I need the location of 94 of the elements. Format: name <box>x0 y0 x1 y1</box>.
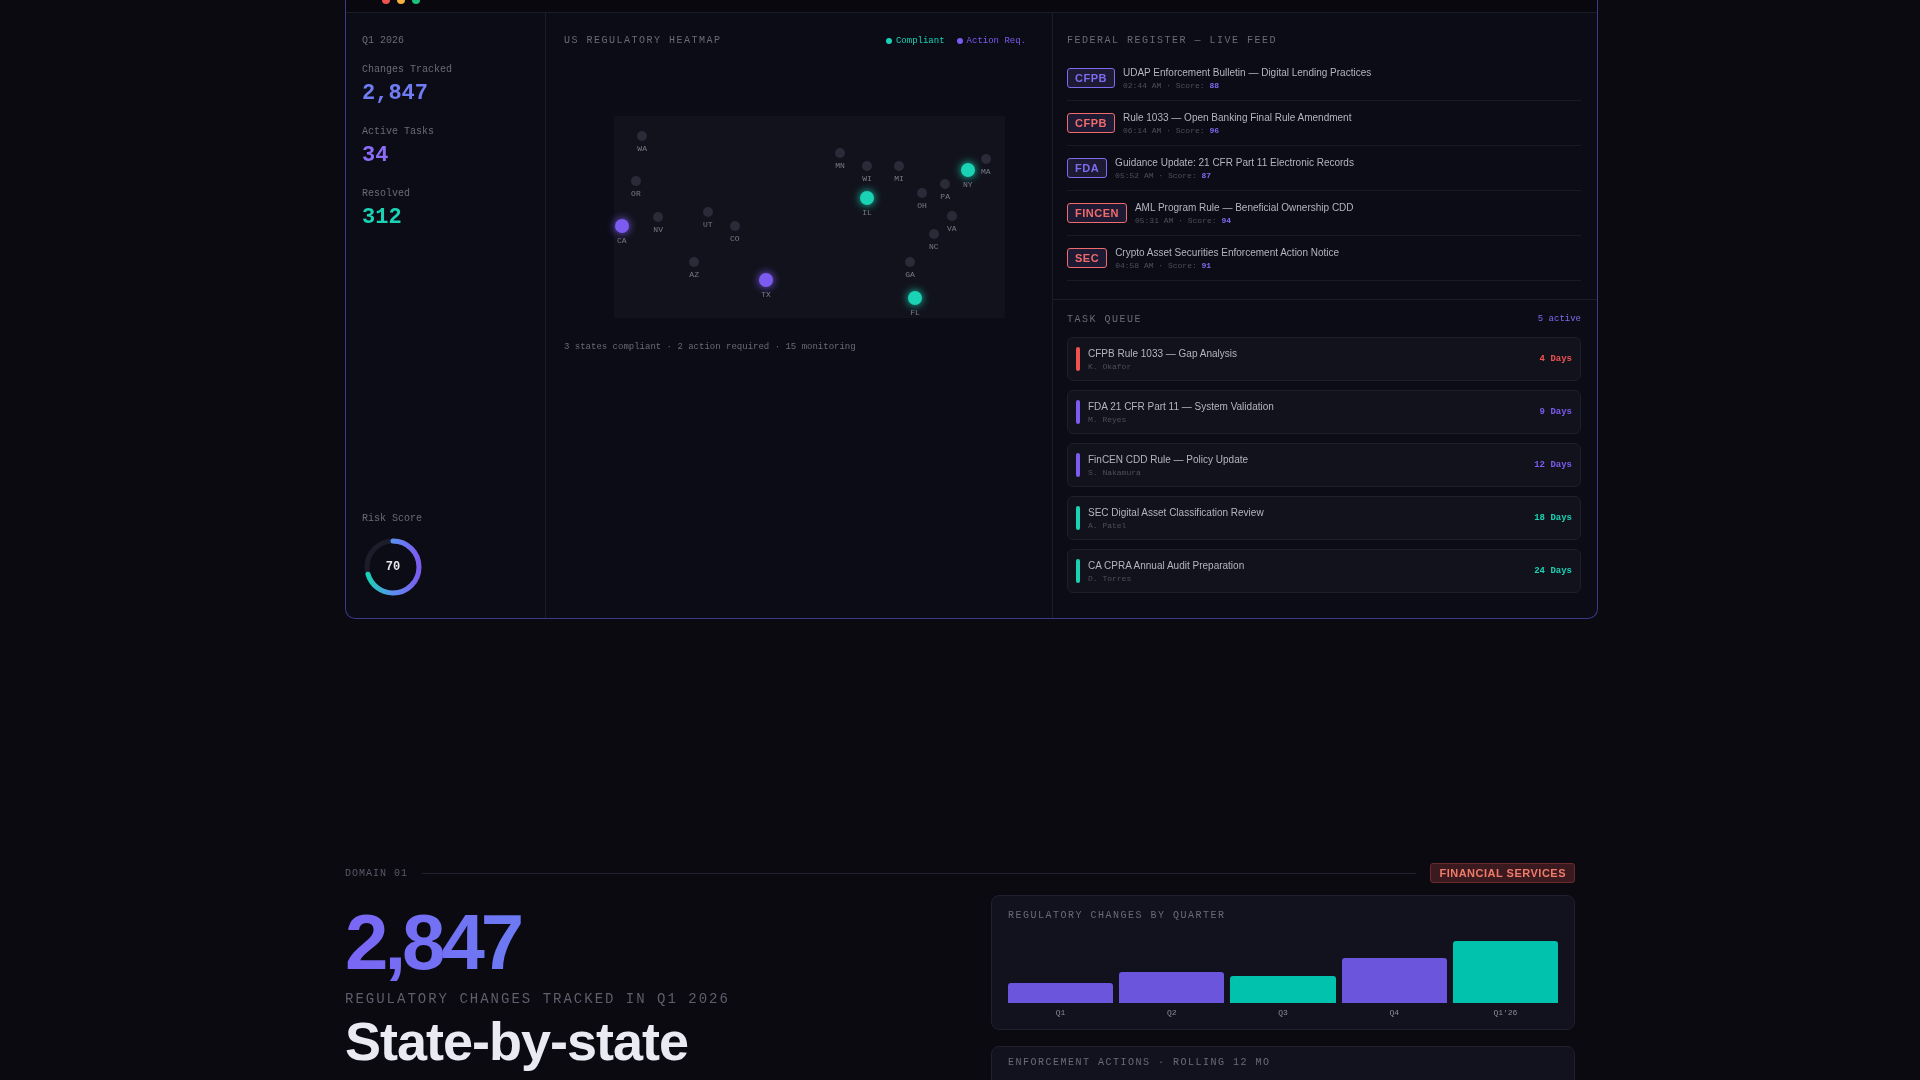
task-queue-title: TASK QUEUE <box>1067 314 1142 325</box>
feed-item-title[interactable]: AML Program Rule — Beneficial Ownership CDD <box>1134 201 1354 213</box>
state-label: CO <box>730 234 740 244</box>
task-due: 24 Days <box>1534 566 1572 576</box>
state-dot[interactable] <box>946 211 957 221</box>
state-label: MI <box>894 174 904 184</box>
state-dot[interactable] <box>905 257 915 268</box>
legend-label: Action Req. <box>966 35 1026 46</box>
task-title: FinCEN CDD Rule — Policy Update <box>1088 453 1250 465</box>
task-title: FDA 21 CFR Part 11 — System Validation <box>1088 400 1275 412</box>
bar-label: Q2 <box>1167 1008 1177 1017</box>
state-dot[interactable] <box>689 257 700 268</box>
task-title: CFPB Rule 1033 — Gap Analysis <box>1088 347 1238 359</box>
state-dot[interactable] <box>908 291 923 305</box>
state-label: FL <box>910 308 920 317</box>
state-label: NC <box>929 241 939 251</box>
state-dot[interactable] <box>894 161 905 172</box>
legend-label: Compliant <box>895 35 945 46</box>
chart-title: ENFORCEMENT ACTIONS · ROLLING 12 MO <box>1008 1057 1272 1068</box>
risk-label: Risk Score <box>362 513 423 524</box>
task-title: SEC Digital Asset Classification Review <box>1088 506 1265 518</box>
state-label: VA <box>947 224 957 233</box>
risk-value: 70 <box>384 560 402 574</box>
state-dot[interactable] <box>980 154 991 164</box>
stat-label: Changes Tracked <box>362 64 453 75</box>
state-dot[interactable] <box>637 131 648 141</box>
bar-label: Q3 <box>1278 1008 1288 1017</box>
state-label: WA <box>637 144 647 153</box>
feed-item-title[interactable]: Rule 1033 — Open Banking Final Rule Amendment <box>1122 111 1352 123</box>
state-dot[interactable] <box>960 162 975 177</box>
feed-item-score: 94 <box>1221 215 1231 225</box>
state-label: MN <box>835 160 845 170</box>
state-label: TX <box>761 290 771 299</box>
feed-item-score: 87 <box>1201 170 1212 180</box>
agency-badge: CFPB <box>1067 113 1115 133</box>
state-dot[interactable] <box>759 273 774 287</box>
state-dot[interactable] <box>702 206 713 217</box>
stat-label: Active Tasks <box>362 126 435 137</box>
big-number-caption: REGULATORY CHANGES TRACKED IN Q1 2026 <box>345 991 730 1007</box>
state-dot[interactable] <box>861 161 872 172</box>
state-label: WI <box>862 174 872 184</box>
period-label: Q1 2026 <box>362 35 405 46</box>
state-dot[interactable] <box>917 187 928 198</box>
state-dot[interactable] <box>653 212 664 222</box>
feed-item-title[interactable]: Crypto Asset Securities Enforcement Action Notice <box>1115 246 1340 258</box>
chart-title: REGULATORY CHANGES BY QUARTER <box>1008 910 1227 921</box>
stat-value: 34 <box>362 143 390 168</box>
task-due: 4 Days <box>1539 354 1572 364</box>
state-label: NY <box>963 179 973 189</box>
state-label: UT <box>703 219 713 229</box>
agency-badge: FINCEN <box>1067 203 1127 223</box>
stat-label: Resolved <box>362 188 411 199</box>
state-label: MA <box>981 167 991 176</box>
state-dot[interactable] <box>630 176 641 187</box>
task-due: 12 Days <box>1534 460 1572 470</box>
state-label: IL <box>862 208 872 217</box>
state-label: PA <box>940 192 950 202</box>
bar-label: Q4 <box>1389 1008 1399 1017</box>
section-heading: State-by-state <box>345 1013 690 1070</box>
agency-badge: CFPB <box>1067 68 1115 88</box>
task-due: 18 Days <box>1534 513 1572 523</box>
bar-label: Q1'26 <box>1493 1008 1518 1017</box>
stat-value: 312 <box>362 205 403 230</box>
feed-item-score: 96 <box>1209 125 1219 135</box>
state-dot[interactable] <box>940 179 951 190</box>
domain-badge: FINANCIAL SERVICES <box>1430 863 1575 883</box>
state-dot[interactable] <box>859 191 874 205</box>
state-label: NV <box>653 225 663 234</box>
feed-item-title[interactable]: UDAP Enforcement Bulletin — Digital Lending Practices <box>1122 66 1372 78</box>
state-label: OR <box>631 189 641 199</box>
heatmap-summary: 3 states compliant · 2 action required · 15 monitoring <box>564 342 857 352</box>
feed-item-time: 05:52 AM · Score: <box>1115 170 1197 180</box>
state-label: GA <box>905 270 915 280</box>
state-dot[interactable] <box>614 219 629 234</box>
state-dot[interactable] <box>729 221 740 232</box>
agency-badge: FDA <box>1067 158 1108 178</box>
state-label: CA <box>617 236 627 246</box>
agency-badge: SEC <box>1067 248 1108 268</box>
state-dot[interactable] <box>928 228 939 239</box>
feed-item-time: 04:58 AM · Score: <box>1115 260 1197 270</box>
state-label: OH <box>917 200 927 210</box>
task-title: CA CPRA Annual Audit Preparation <box>1088 559 1246 571</box>
bar-label: Q1 <box>1055 1008 1066 1017</box>
feed-item-score: 91 <box>1201 260 1212 270</box>
task-due: 9 Days <box>1539 407 1572 417</box>
state-dot[interactable] <box>835 147 845 158</box>
heatmap-title: US REGULATORY HEATMAP <box>564 35 722 46</box>
feed-item-score: 88 <box>1209 80 1219 90</box>
feed-item-title[interactable]: Guidance Update: 21 CFR Part 11 Electronic Records <box>1115 156 1354 168</box>
domain-label: DOMAIN 01 <box>345 867 408 879</box>
stat-value: 2,847 <box>362 81 429 106</box>
state-label: AZ <box>689 270 699 280</box>
task-count: 5 active <box>1537 314 1581 325</box>
feed-title: FEDERAL REGISTER — LIVE FEED <box>1067 35 1279 46</box>
